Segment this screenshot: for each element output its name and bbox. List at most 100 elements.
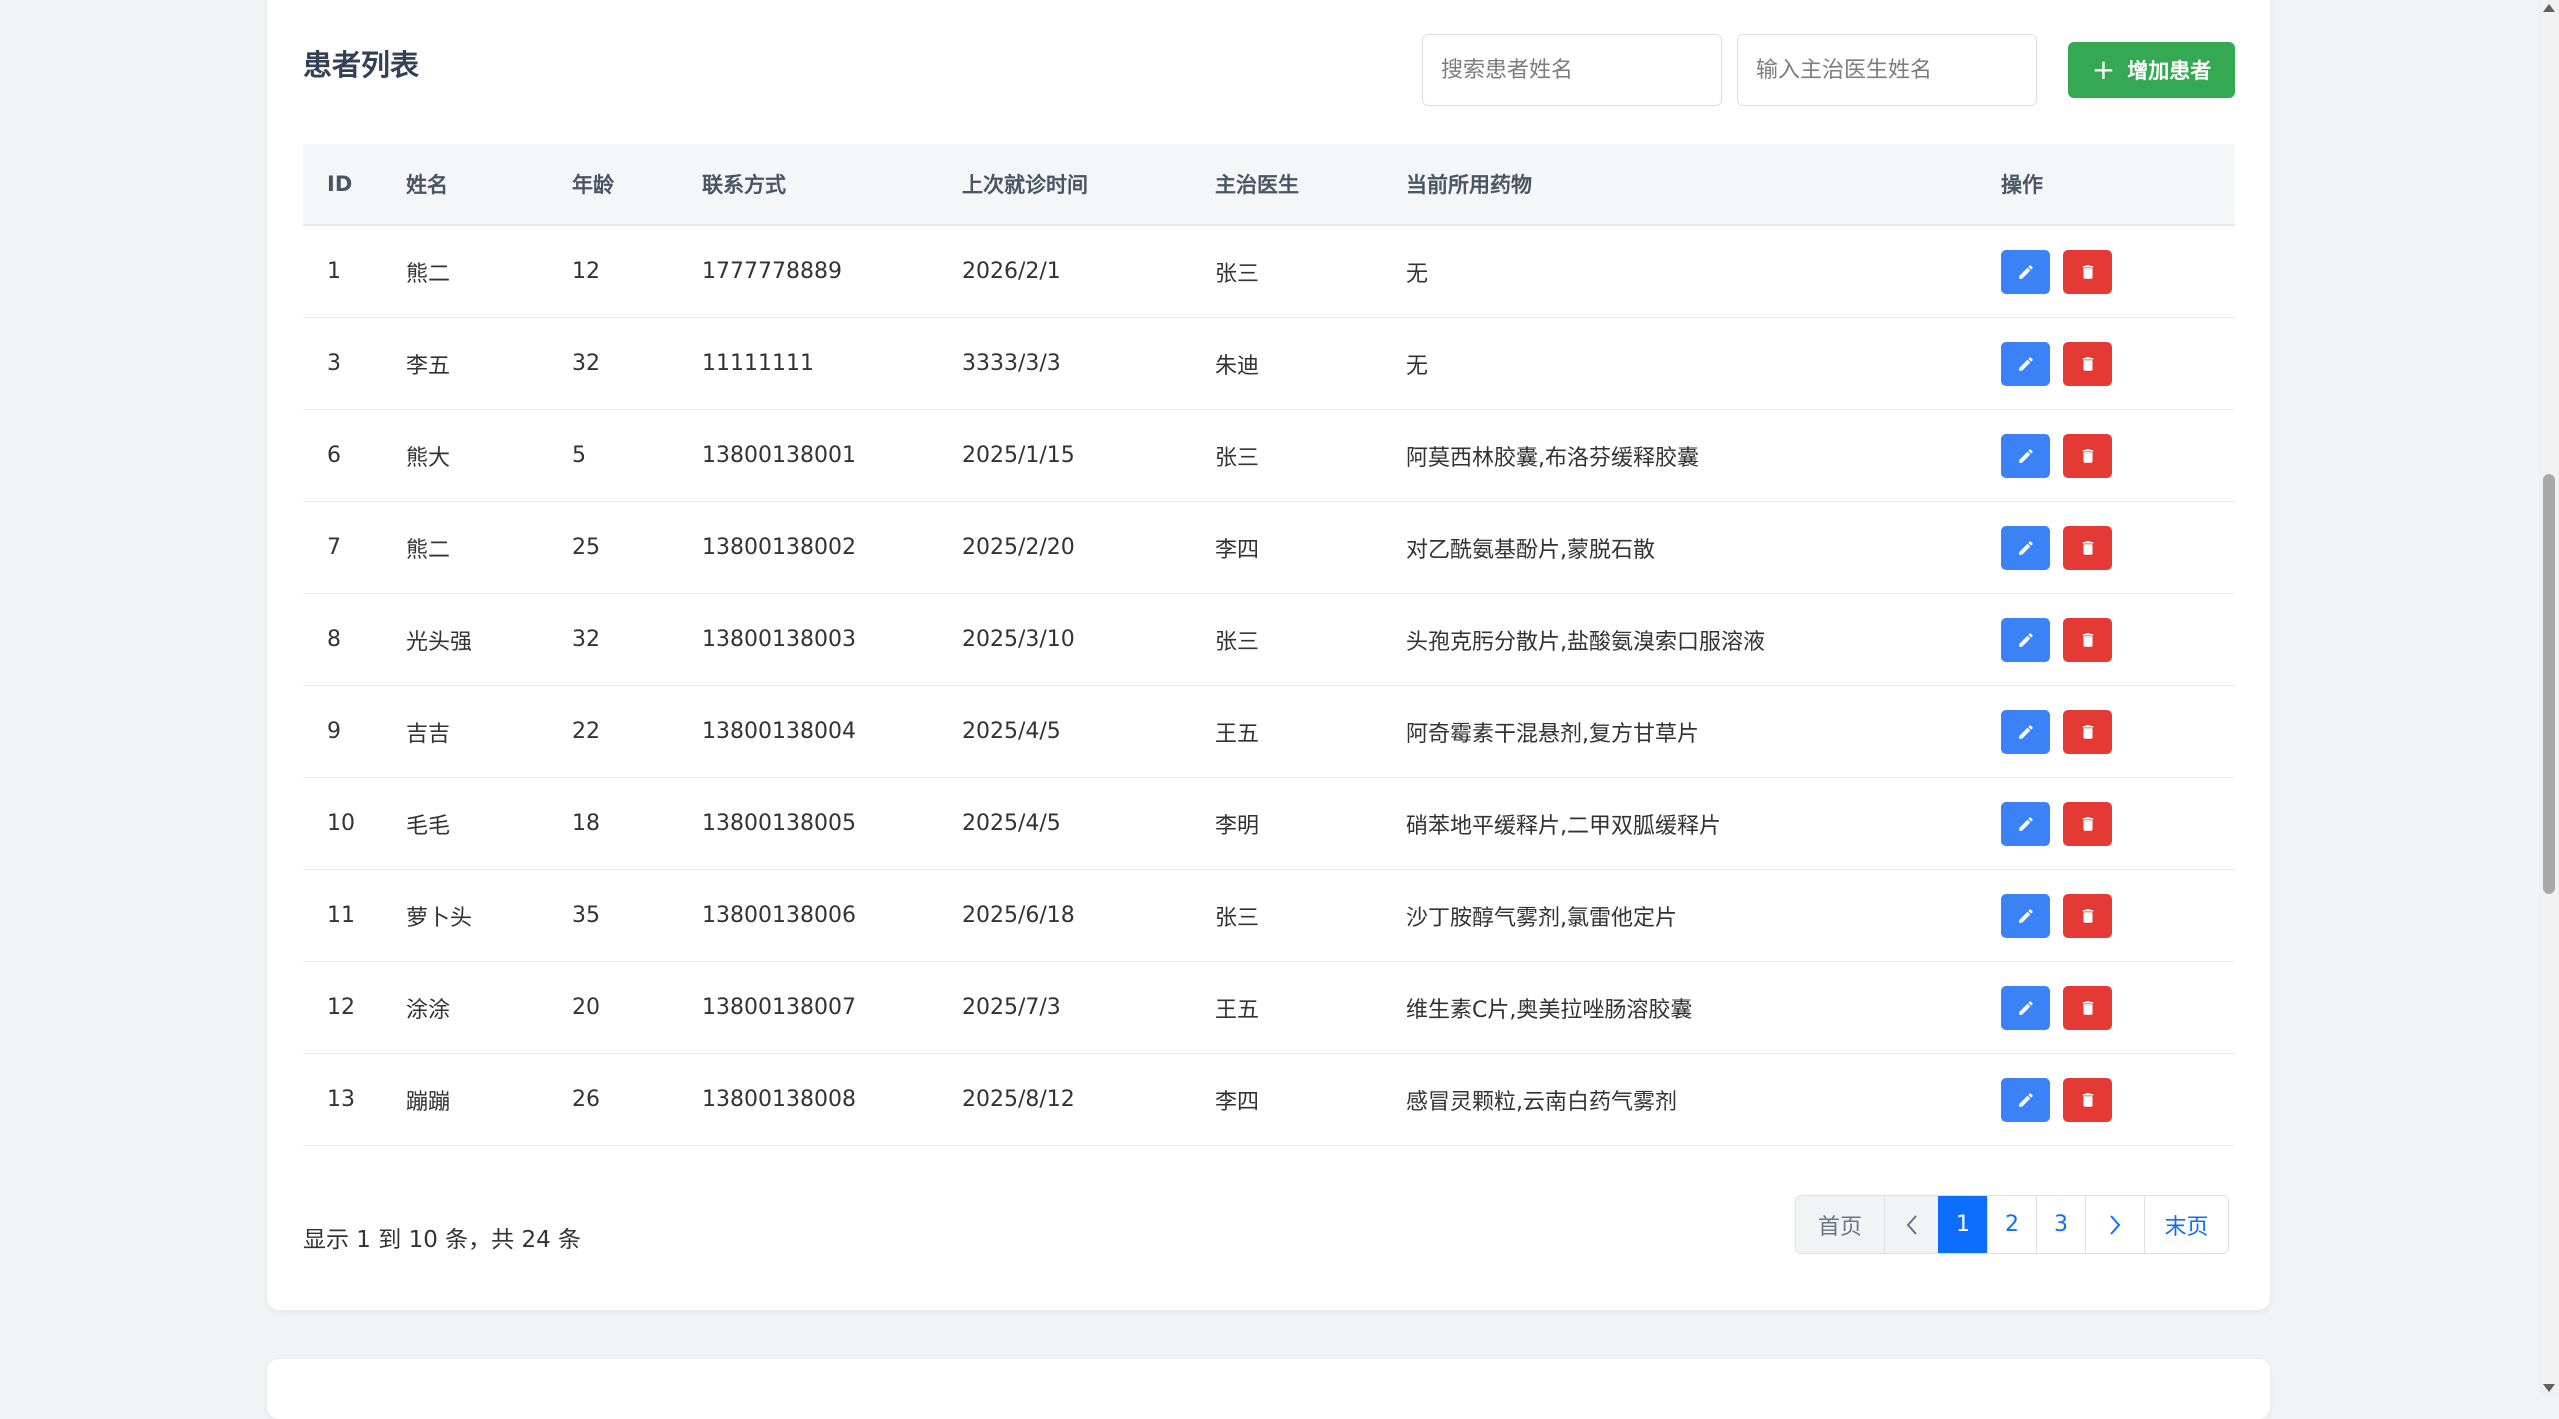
cell-doctor: 张三 bbox=[1215, 593, 1406, 686]
pagination-last[interactable]: 末页 bbox=[2144, 1196, 2228, 1253]
cell-medication: 对乙酰氨基酚片,蒙脱石散 bbox=[1406, 501, 2001, 594]
cell-last-visit: 2025/2/20 bbox=[962, 501, 1215, 594]
pagination-next[interactable] bbox=[2085, 1196, 2144, 1253]
scroll-up-icon[interactable] bbox=[2543, 4, 2555, 12]
cell-last-visit: 2025/8/12 bbox=[962, 1053, 1215, 1146]
pencil-icon bbox=[2017, 723, 2035, 741]
cell-doctor: 李四 bbox=[1215, 501, 1406, 594]
cell-doctor: 张三 bbox=[1215, 225, 1406, 318]
delete-button[interactable] bbox=[2063, 433, 2112, 478]
edit-button[interactable] bbox=[2001, 985, 2050, 1030]
trash-icon bbox=[2079, 907, 2097, 925]
cell-name: 熊二 bbox=[406, 501, 572, 594]
cell-last-visit: 2025/3/10 bbox=[962, 593, 1215, 686]
secondary-card bbox=[267, 1359, 2270, 1419]
cell-age: 18 bbox=[572, 777, 702, 870]
cell-last-visit: 2025/1/15 bbox=[962, 409, 1215, 502]
table-row: 9 吉吉 22 13800138004 2025/4/5 王五 阿奇霉素干混悬剂,复方甘草片 bbox=[303, 685, 2235, 778]
pagination-page-3[interactable]: 3 bbox=[2036, 1196, 2085, 1253]
cell-medication: 硝苯地平缓释片,二甲双胍缓释片 bbox=[1406, 777, 2001, 870]
trash-icon bbox=[2079, 1091, 2097, 1109]
cell-contact: 13800138008 bbox=[702, 1053, 962, 1146]
cell-id: 6 bbox=[303, 409, 406, 502]
cell-name: 萝卜头 bbox=[406, 869, 572, 962]
header-id: ID bbox=[303, 144, 406, 226]
pagination: 首页 1 2 3 末页 bbox=[1795, 1195, 2229, 1254]
edit-button[interactable] bbox=[2001, 525, 2050, 570]
cell-doctor: 张三 bbox=[1215, 869, 1406, 962]
pagination-first[interactable]: 首页 bbox=[1796, 1196, 1884, 1253]
cell-age: 32 bbox=[572, 593, 702, 686]
cell-actions bbox=[2001, 685, 2235, 778]
pencil-icon bbox=[2017, 631, 2035, 649]
cell-medication: 阿奇霉素干混悬剂,复方甘草片 bbox=[1406, 685, 2001, 778]
edit-button[interactable] bbox=[2001, 1077, 2050, 1122]
cell-id: 13 bbox=[303, 1053, 406, 1146]
cell-name: 李五 bbox=[406, 317, 572, 410]
cell-actions bbox=[2001, 501, 2235, 594]
edit-button[interactable] bbox=[2001, 617, 2050, 662]
doctor-name-search-input[interactable] bbox=[1737, 34, 2037, 106]
chevron-left-icon bbox=[1906, 1214, 1917, 1235]
edit-button[interactable] bbox=[2001, 433, 2050, 478]
edit-button[interactable] bbox=[2001, 709, 2050, 754]
cell-contact: 13800138005 bbox=[702, 777, 962, 870]
cell-doctor: 张三 bbox=[1215, 409, 1406, 502]
cell-name: 蹦蹦 bbox=[406, 1053, 572, 1146]
pencil-icon bbox=[2017, 447, 2035, 465]
pagination-page-2[interactable]: 2 bbox=[1987, 1196, 2036, 1253]
cell-id: 3 bbox=[303, 317, 406, 410]
cell-last-visit: 2025/4/5 bbox=[962, 685, 1215, 778]
header-medication: 当前所用药物 bbox=[1406, 144, 2001, 226]
cell-contact: 13800138002 bbox=[702, 501, 962, 594]
add-patient-label: 增加患者 bbox=[2127, 59, 2212, 83]
cell-actions bbox=[2001, 593, 2235, 686]
table-row: 3 李五 32 11111111 3333/3/3 朱迪无 bbox=[303, 317, 2235, 410]
delete-button[interactable] bbox=[2063, 249, 2112, 294]
cell-age: 5 bbox=[572, 409, 702, 502]
delete-button[interactable] bbox=[2063, 709, 2112, 754]
cell-name: 涂涂 bbox=[406, 961, 572, 1054]
delete-button[interactable] bbox=[2063, 985, 2112, 1030]
scroll-down-icon[interactable] bbox=[2543, 1384, 2555, 1392]
cell-medication: 维生素C片,奥美拉唑肠溶胶囊 bbox=[1406, 961, 2001, 1054]
header-doctor: 主治医生 bbox=[1215, 144, 1406, 226]
delete-button[interactable] bbox=[2063, 1077, 2112, 1122]
delete-button[interactable] bbox=[2063, 525, 2112, 570]
patient-name-search-input[interactable] bbox=[1422, 34, 1722, 106]
table-row: 12 涂涂 20 13800138007 2025/7/3 王五 维生素C片,奥美拉唑肠溶胶… bbox=[303, 961, 2235, 1054]
cell-id: 10 bbox=[303, 777, 406, 870]
delete-button[interactable] bbox=[2063, 341, 2112, 386]
edit-button[interactable] bbox=[2001, 893, 2050, 938]
cell-age: 22 bbox=[572, 685, 702, 778]
edit-button[interactable] bbox=[2001, 249, 2050, 294]
cell-name: 熊二 bbox=[406, 225, 572, 318]
pagination-summary: 显示 1 到 10 条，共 24 条 bbox=[303, 1227, 582, 1253]
edit-button[interactable] bbox=[2001, 341, 2050, 386]
cell-id: 11 bbox=[303, 869, 406, 962]
trash-icon bbox=[2079, 355, 2097, 373]
add-patient-button[interactable]: + 增加患者 bbox=[2068, 42, 2235, 98]
cell-age: 26 bbox=[572, 1053, 702, 1146]
vertical-scrollbar[interactable] bbox=[2539, 0, 2559, 1396]
pencil-icon bbox=[2017, 907, 2035, 925]
table-row: 6 熊大 5 13800138001 2025/1/15 张三 阿莫西林胶囊,布洛芬缓释胶囊 bbox=[303, 409, 2235, 502]
cell-medication: 阿莫西林胶囊,布洛芬缓释胶囊 bbox=[1406, 409, 2001, 502]
pagination-page-1[interactable]: 1 bbox=[1938, 1196, 1987, 1253]
cell-name: 吉吉 bbox=[406, 685, 572, 778]
table-row: 10 毛毛 18 13800138005 2025/4/5 李明 硝苯地平缓释片,二甲双胍缓… bbox=[303, 777, 2235, 870]
cell-id: 9 bbox=[303, 685, 406, 778]
delete-button[interactable] bbox=[2063, 617, 2112, 662]
trash-icon bbox=[2079, 999, 2097, 1017]
delete-button[interactable] bbox=[2063, 893, 2112, 938]
delete-button[interactable] bbox=[2063, 801, 2112, 846]
cell-age: 25 bbox=[572, 501, 702, 594]
trash-icon bbox=[2079, 263, 2097, 281]
table-header-row: ID 姓名 年龄 联系方式 上次就诊时间 主治医生 当前所用药物 操作 bbox=[303, 144, 2235, 226]
cell-contact: 13800138007 bbox=[702, 961, 962, 1054]
pagination-prev[interactable] bbox=[1884, 1196, 1938, 1253]
edit-button[interactable] bbox=[2001, 801, 2050, 846]
cell-doctor: 李四 bbox=[1215, 1053, 1406, 1146]
scrollbar-thumb[interactable] bbox=[2543, 474, 2555, 894]
pencil-icon bbox=[2017, 999, 2035, 1017]
